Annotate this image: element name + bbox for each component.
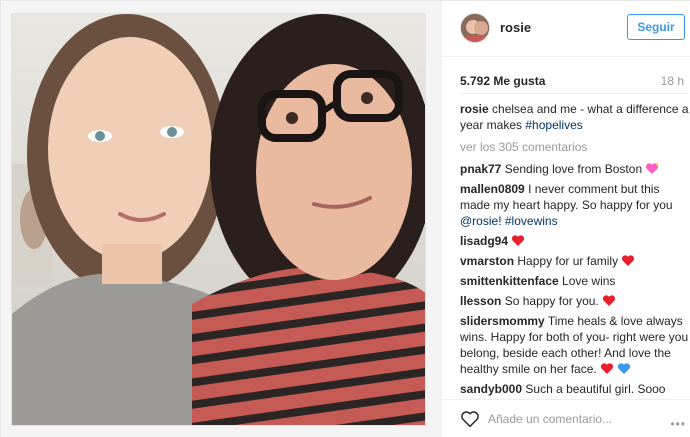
comment-mention[interactable]: @rosie! bbox=[460, 214, 502, 228]
likes-count[interactable]: 5.792 Me gusta bbox=[460, 74, 545, 88]
comment-username[interactable]: llesson bbox=[460, 294, 501, 308]
red-heart-icon bbox=[622, 255, 635, 266]
comment-item: sandyb000 Such a beautiful girl. Sooo ha… bbox=[460, 381, 690, 397]
add-comment-row: ••• bbox=[442, 399, 690, 437]
red-heart-icon bbox=[601, 363, 614, 374]
comment-username[interactable]: slidersmommy bbox=[460, 314, 545, 328]
divider bbox=[460, 93, 688, 94]
comment-username[interactable]: mallen0809 bbox=[460, 182, 525, 196]
comment-item: smittenkittenface Love wins bbox=[460, 273, 690, 289]
comment-username[interactable]: sandyb000 bbox=[460, 382, 522, 396]
post-photo[interactable] bbox=[11, 13, 426, 426]
red-heart-icon bbox=[512, 235, 525, 246]
red-heart-icon bbox=[603, 295, 616, 306]
comment-item: mallen0809 I never comment but this made… bbox=[460, 181, 690, 229]
comment-username[interactable]: smittenkittenface bbox=[460, 274, 559, 288]
comment-username[interactable]: lisadg94 bbox=[460, 234, 508, 248]
post-side-panel: rosie Seguir 5.792 Me gusta 18 h rosie c… bbox=[441, 1, 690, 437]
comment-text: Sending love from Boston bbox=[504, 162, 643, 176]
follow-button[interactable]: Seguir bbox=[627, 14, 685, 40]
avatar-image bbox=[461, 14, 489, 42]
comment-item: vmarston Happy for ur family bbox=[460, 253, 690, 269]
post-author-username[interactable]: rosie bbox=[500, 20, 531, 35]
comment-item: llesson So happy for you. bbox=[460, 293, 690, 309]
comment-username[interactable]: vmarston bbox=[460, 254, 514, 268]
comments-list[interactable]: rosie chelsea and me - what a difference… bbox=[460, 101, 690, 397]
sparkling-heart-icon bbox=[646, 162, 659, 174]
instagram-post: rosie Seguir 5.792 Me gusta 18 h rosie c… bbox=[0, 0, 690, 437]
comment-input[interactable] bbox=[488, 409, 648, 429]
view-all-comments-link[interactable]: ver los 305 comentarios bbox=[460, 139, 690, 155]
avatar[interactable] bbox=[460, 13, 490, 43]
comment-text: So happy for you. bbox=[504, 294, 599, 308]
comment-text: Happy for ur family bbox=[517, 254, 619, 268]
selfie-photo bbox=[12, 14, 425, 425]
comment-hashtag[interactable]: #lovewins bbox=[505, 214, 558, 228]
post-caption: rosie chelsea and me - what a difference… bbox=[460, 101, 690, 133]
post-photo-area bbox=[1, 1, 441, 437]
heart-outline-icon[interactable] bbox=[460, 410, 480, 428]
comment-text: Love wins bbox=[562, 274, 616, 288]
caption-hashtag[interactable]: #hopelives bbox=[525, 118, 582, 132]
likes-row: 5.792 Me gusta 18 h bbox=[460, 74, 688, 90]
comment-username[interactable]: pnak77 bbox=[460, 162, 501, 176]
caption-username[interactable]: rosie bbox=[460, 102, 489, 116]
comment-item: pnak77 Sending love from Boston bbox=[460, 161, 690, 177]
comment-item: lisadg94 bbox=[460, 233, 690, 249]
comment-item: slidersmommy Time heals & love always wi… bbox=[460, 313, 690, 377]
ellipsis-icon[interactable]: ••• bbox=[670, 417, 686, 431]
post-time[interactable]: 18 h bbox=[661, 74, 684, 88]
post-header: rosie Seguir bbox=[442, 1, 690, 57]
blue-heart-icon bbox=[618, 363, 631, 374]
